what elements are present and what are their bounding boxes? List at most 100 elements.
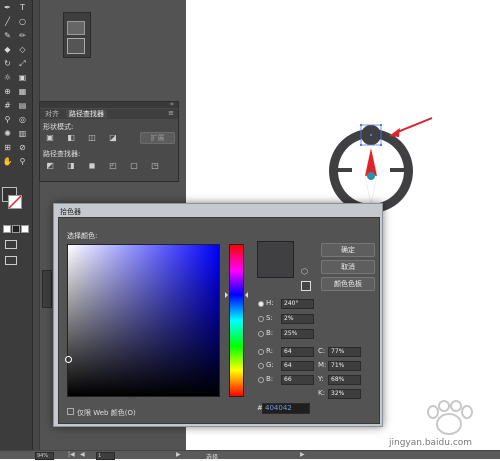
cancel-button[interactable]: 取消 [321,260,375,274]
brightness-input[interactable]: 25% [281,329,314,339]
ok-button[interactable]: 确定 [321,243,375,257]
color-picker-cursor[interactable] [65,356,72,363]
current-tool-status: 选择 [206,454,219,461]
out-of-gamut-cube-icon[interactable]: ⬡ [301,268,309,276]
outline-icon[interactable]: ▢ [129,161,139,170]
crop-icon[interactable]: ◰ [108,161,118,170]
black-label: K: [318,389,325,397]
selection-handle[interactable] [360,124,362,126]
black-input[interactable]: 32% [328,389,361,399]
prev-page-icon[interactable]: ◀ [80,451,85,458]
zoom-tool-icon[interactable]: ⚲ [17,156,28,167]
divide-icon[interactable]: ◩ [45,161,55,170]
red-input[interactable]: 64 [281,347,314,357]
first-page-icon[interactable]: |◀ [68,451,75,458]
rotate-tool-icon[interactable]: ↻ [2,58,13,69]
hue-slider-left-arrow[interactable] [225,292,228,298]
selection-handle[interactable] [380,144,382,146]
compass-tick-right [390,168,404,172]
free-transform-tool-icon[interactable]: ▣ [17,72,28,83]
exclude-icon[interactable]: ◪ [108,133,118,142]
saturation-brightness-field[interactable] [65,244,220,397]
screen-mode-icon[interactable] [5,256,17,265]
dialog-title: 拾色器 [60,208,81,216]
page-number-field[interactable]: 1 [96,452,115,460]
baidu-paw-logo-icon [427,400,473,435]
collapse-icon[interactable]: « [170,100,174,108]
eraser-tool-icon[interactable]: ◇ [17,44,28,55]
selection-handle[interactable] [380,124,382,126]
green-input[interactable]: 64 [281,361,314,371]
magenta-input[interactable]: 71% [328,361,361,371]
selection-center-point [370,134,372,136]
web-safe-color-icon[interactable] [301,281,311,291]
saturation-input[interactable]: 2% [281,314,314,324]
color-mode-icon[interactable] [3,225,11,233]
line-tool-icon[interactable]: ╱ [2,16,13,27]
minus-front-icon[interactable]: ◧ [66,133,76,142]
blue-radio[interactable] [258,377,264,383]
minus-back-icon[interactable]: ◳ [150,161,160,170]
warp-tool-icon[interactable]: ☼ [2,72,13,83]
brush-tool-icon[interactable]: ✎ [2,30,13,41]
zoom-level-field[interactable]: 94% [35,452,54,460]
tab-align[interactable]: 对齐 [42,110,62,118]
panel-tabs: 对齐 路径查找器 ≡ [40,109,178,119]
scale-tool-icon[interactable]: ⤢ [17,58,28,69]
symbol-sprayer-tool-icon[interactable]: ✺ [2,128,13,139]
tools-panel: ✒ T ╱ ○ ✎ ✏ ◆ ◇ ↻ ⤢ ☼ ▣ ⊕ ▦ # ▤ ⚲ ◎ ✺ ▥ … [0,0,33,450]
expand-button[interactable]: 扩展 [140,132,175,144]
hue-input[interactable]: 240° [281,299,314,309]
pencil-tool-icon[interactable]: ✏ [17,30,28,41]
type-tool-icon[interactable]: T [17,2,28,13]
gradient-mode-icon[interactable] [12,225,20,233]
slice-tool-icon[interactable]: ⊘ [17,142,28,153]
shape-builder-tool-icon[interactable]: ⊕ [2,86,13,97]
web-only-checkbox[interactable] [67,408,74,415]
brightness-radio[interactable] [258,331,264,337]
blend-tool-icon[interactable]: ◎ [17,114,28,125]
trim-icon[interactable]: ◨ [66,161,76,170]
yellow-input[interactable]: 68% [328,375,361,385]
color-swatches-button[interactable]: 颜色色板 [321,277,375,291]
hue-slider[interactable] [229,244,244,397]
red-radio[interactable] [258,349,264,355]
hand-tool-icon[interactable]: ✋ [2,156,13,167]
intersect-icon[interactable]: ◫ [87,133,97,142]
merge-icon[interactable]: ◼ [87,161,97,170]
selection-handle[interactable] [360,144,362,146]
green-radio[interactable] [258,363,264,369]
web-only-option[interactable]: 仅限 Web 颜色(O) [67,408,136,418]
status-menu-icon[interactable]: ▶ [300,451,305,458]
artboard-tool-icon[interactable]: ⊞ [2,142,13,153]
ellipse-tool-icon[interactable]: ○ [17,16,28,27]
blob-brush-tool-icon[interactable]: ◆ [2,44,13,55]
eyedropper-tool-icon[interactable]: ⚲ [2,114,13,125]
hue-radio[interactable] [258,301,264,307]
collapsed-panel[interactable] [63,12,91,58]
hex-input[interactable]: 404042 [262,403,310,414]
perspective-grid-tool-icon[interactable]: ▦ [17,86,28,97]
saturation-radio[interactable] [258,316,264,322]
none-mode-icon[interactable] [21,225,29,233]
tab-pathfinder[interactable]: 路径查找器 [66,110,107,118]
collapsed-panel-tab[interactable] [42,270,52,308]
brightness-field-row: B: 25% [258,329,368,339]
hue-slider-right-arrow[interactable] [245,292,248,298]
cyan-input[interactable]: 77% [328,347,361,357]
panel-menu-icon[interactable]: ≡ [168,109,174,117]
column-graph-tool-icon[interactable]: ▥ [17,128,28,139]
pen-tool-icon[interactable]: ✒ [2,2,13,13]
layers-icon [67,38,85,54]
saturation-field-row: S: 2% [258,314,368,324]
blue-input[interactable]: 66 [281,375,314,385]
mesh-tool-icon[interactable]: # [2,100,13,111]
next-page-icon[interactable]: ▶ [176,451,181,458]
gradient-tool-icon[interactable]: ▤ [17,100,28,111]
stroke-color-swatch[interactable] [8,195,22,209]
draw-mode-icon[interactable] [5,240,17,249]
unite-icon[interactable]: ▣ [45,133,55,142]
red-field-row: R: 64 C: 77% [258,347,368,357]
yellow-label: Y: [318,375,324,383]
panel-header[interactable]: « [40,100,178,108]
